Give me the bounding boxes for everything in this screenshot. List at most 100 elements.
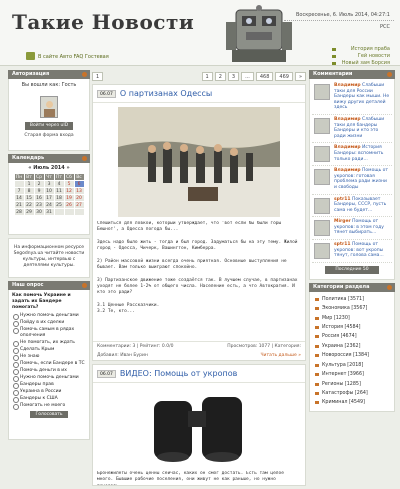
all-comments-button[interactable]: Последние 50 комментариев: [325, 265, 379, 280]
category-link[interactable]: Россия [4674]: [314, 332, 390, 341]
calendar-day[interactable]: 16: [33, 194, 45, 202]
header-link[interactable]: История праба: [331, 46, 390, 53]
calendar-day[interactable]: 2: [33, 180, 45, 188]
pager-page[interactable]: 469: [275, 71, 293, 81]
category-link[interactable]: Мир [1230]: [314, 314, 390, 323]
comment-user[interactable]: Владимир: [334, 83, 361, 88]
pager-current[interactable]: 1: [92, 71, 104, 81]
calendar-day[interactable]: 6: [73, 180, 85, 188]
poll-option[interactable]: Помогать не моего: [12, 403, 86, 410]
pager-page[interactable]: 2: [214, 71, 226, 81]
category-link[interactable]: Криминал [4549]: [314, 398, 390, 407]
category-link[interactable]: Экономика [3567]: [314, 304, 390, 313]
comment-user[interactable]: Mirger: [334, 219, 351, 224]
post-author[interactable]: Добавил: Иван Бурин: [97, 353, 148, 358]
auth-box: Вы вошли как: Гость Войти через uID Стар…: [8, 79, 90, 151]
login-button[interactable]: Войти через uID: [25, 122, 73, 130]
calendar-day[interactable]: 9: [33, 187, 45, 195]
user-avatar[interactable]: [314, 197, 330, 214]
user-avatar[interactable]: [314, 146, 330, 163]
calendar-day[interactable]: 8: [23, 187, 35, 195]
calendar-day[interactable]: 7: [13, 187, 25, 195]
category-link[interactable]: Катастрофы [264]: [314, 389, 390, 398]
calendar-day[interactable]: 19: [63, 194, 75, 202]
pager-page[interactable]: 1: [201, 71, 213, 81]
header-link[interactable]: Гей новости: [331, 53, 390, 60]
calendar-day[interactable]: 30: [33, 208, 45, 216]
calendar-day[interactable]: 28: [13, 208, 25, 216]
home-icon[interactable]: [26, 52, 35, 60]
calendar-day[interactable]: 17: [43, 194, 55, 202]
category-link[interactable]: Регионы [1285]: [314, 380, 390, 389]
top-nav[interactable]: В сайте Авто FAQ Гостевая: [38, 54, 109, 60]
calendar-day[interactable]: 4: [53, 180, 65, 188]
category-link[interactable]: Интернет [3966]: [314, 370, 390, 379]
category-link[interactable]: Культура [2018]: [314, 361, 390, 370]
category-link[interactable]: Новоросcия [1384]: [314, 351, 390, 360]
post-title[interactable]: ВИДЕО: Помощь от укропов: [120, 369, 237, 378]
calendar-day[interactable]: 12: [63, 187, 75, 195]
user-avatar[interactable]: [314, 169, 330, 186]
poll-option[interactable]: Бандеры к США: [12, 396, 86, 403]
comment-user[interactable]: Владимир: [334, 145, 361, 150]
category-link[interactable]: История [4584]: [314, 323, 390, 332]
calendar-day[interactable]: 14: [13, 194, 25, 202]
calendar-day[interactable]: 29: [23, 208, 35, 216]
post-image-painting[interactable]: [118, 107, 280, 217]
calendar-day[interactable]: 20: [73, 194, 85, 202]
user-avatar[interactable]: [314, 243, 330, 260]
category-link[interactable]: Украина [2362]: [314, 342, 390, 351]
pager-page[interactable]: 3: [227, 71, 240, 81]
user-avatar[interactable]: [314, 220, 330, 237]
poll-option[interactable]: Помочь деньги в их: [12, 368, 86, 375]
ad-text[interactable]: На информационном ресурсе Segodnya.ua чи…: [12, 245, 86, 269]
calendar-weekday: Сб: [63, 173, 75, 181]
poll-option[interactable]: Не знаю: [12, 354, 86, 361]
calendar-day[interactable]: 22: [23, 201, 35, 209]
calendar-day[interactable]: 15: [23, 194, 35, 202]
header-link[interactable]: Новый зам Борсия: [331, 60, 390, 67]
category-link[interactable]: Политика [3571]: [314, 295, 390, 304]
user-avatar[interactable]: [314, 84, 330, 100]
calendar-day[interactable]: 23: [33, 201, 45, 209]
rss-link[interactable]: РСС: [380, 24, 390, 30]
poll-option[interactable]: Помочь самым в рядах ополчения: [12, 327, 86, 339]
comment-user[interactable]: Владимир: [334, 117, 361, 122]
comment-user[interactable]: Владимир: [334, 168, 361, 173]
calendar-day[interactable]: 10: [43, 187, 55, 195]
calendar-day[interactable]: 5: [63, 180, 75, 188]
poll-option[interactable]: Сделать Крым: [12, 347, 86, 354]
calendar-day[interactable]: 3: [43, 180, 55, 188]
calendar-day[interactable]: 13: [73, 187, 85, 195]
site-logo[interactable]: Такие Новости: [12, 10, 194, 34]
calendar-day[interactable]: 26: [63, 201, 75, 209]
calendar-day[interactable]: 31: [43, 208, 55, 216]
comment-user[interactable]: sptr11: [334, 197, 351, 202]
post-title[interactable]: О партизанах Одессы: [120, 89, 212, 98]
calendar-month[interactable]: « Июль 2014 »: [11, 165, 87, 171]
user-avatar[interactable]: [314, 117, 330, 134]
read-more-link[interactable]: Читать дальше »: [260, 353, 301, 358]
calendar-day[interactable]: 27: [73, 201, 85, 209]
calendar-day[interactable]: 11: [53, 187, 65, 195]
pager-page[interactable]: »: [294, 71, 306, 81]
vote-button[interactable]: Голосовать: [30, 411, 68, 418]
poll-option[interactable]: Пойду в их сделки: [12, 320, 86, 327]
calendar-day[interactable]: 1: [23, 180, 35, 188]
old-login-link[interactable]: Старая форма входа: [12, 133, 86, 138]
poll-option[interactable]: Бандеры прав: [12, 382, 86, 389]
calendar-day[interactable]: 24: [43, 201, 55, 209]
calendar-day[interactable]: 18: [53, 194, 65, 202]
poll-option[interactable]: Нужно помочь деньгами: [12, 375, 86, 382]
calendar-day[interactable]: 21: [13, 201, 25, 209]
poll-option[interactable]: Украина в России: [12, 389, 86, 396]
calendar-day[interactable]: 25: [53, 201, 65, 209]
comment-user[interactable]: sptr11: [334, 242, 351, 247]
poll-option[interactable]: Не помогать, их ждать: [12, 340, 86, 347]
post-comments-count[interactable]: Комментарии: 3 | Рейтинг: 0.0/0: [97, 344, 173, 349]
pager-page[interactable]: ...: [241, 71, 254, 81]
pager-page[interactable]: 468: [255, 71, 274, 81]
poll-option[interactable]: Помочь, если Бандере в ТС: [12, 361, 86, 368]
post-image-binoculars[interactable]: [144, 387, 254, 467]
poll-option[interactable]: Нужно помочь деньгами: [12, 313, 86, 320]
